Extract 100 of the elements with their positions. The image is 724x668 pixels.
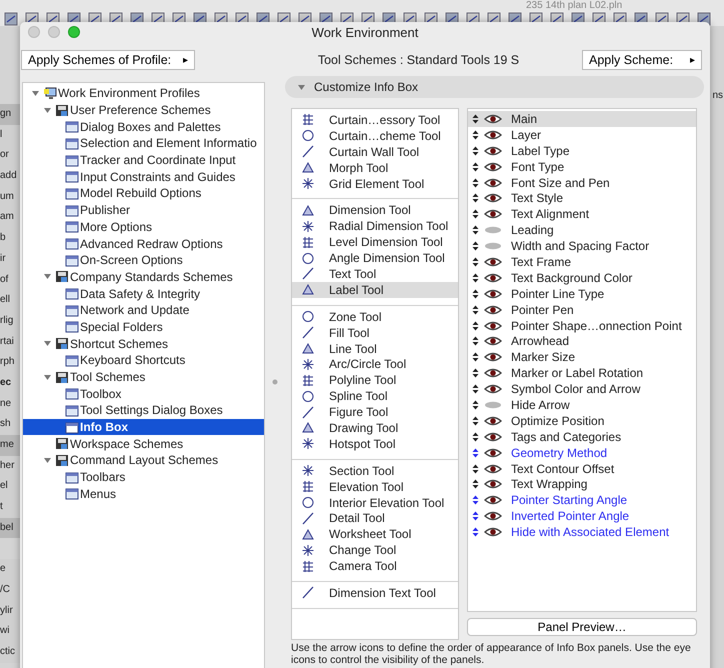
tree-item[interactable]: Work Environment Profiles — [23, 85, 264, 102]
panel-item[interactable]: Marker Size — [468, 349, 696, 366]
tool-item[interactable]: Elevation Tool — [292, 478, 458, 495]
eye-icon[interactable] — [484, 256, 502, 267]
eye-icon[interactable] — [484, 193, 502, 204]
eye-icon[interactable] — [484, 114, 502, 124]
tool-item[interactable]: Camera Tool — [292, 558, 458, 574]
tree-item[interactable]: Shortcut Schemes — [23, 335, 264, 352]
tree-item[interactable]: Workspace Schemes — [23, 435, 264, 452]
eye-icon[interactable] — [484, 527, 502, 538]
eye-icon[interactable] — [484, 432, 502, 442]
collapse-icon[interactable] — [43, 339, 52, 348]
tree-item[interactable]: Toolbars — [23, 468, 264, 486]
reorder-icon[interactable] — [472, 448, 479, 458]
eye-icon[interactable] — [484, 320, 502, 331]
panel-item[interactable]: Geometry Method — [468, 444, 696, 461]
panel-preview-button[interactable]: Panel Preview… — [467, 618, 697, 636]
eye-icon[interactable] — [484, 130, 502, 140]
panel-item[interactable]: Tags and Categories — [468, 428, 696, 445]
reorder-icon[interactable] — [472, 288, 479, 299]
tool-item[interactable]: Hotspot Tool — [292, 436, 458, 452]
panel-item[interactable]: Font Type — [468, 158, 696, 175]
eye-icon[interactable] — [484, 209, 502, 220]
reorder-icon[interactable] — [472, 146, 479, 156]
panel-item[interactable]: Font Size and Pen — [468, 174, 696, 190]
eye-icon[interactable] — [484, 416, 502, 426]
tool-item[interactable]: Polyline Tool — [292, 372, 458, 388]
eye-icon[interactable] — [484, 464, 502, 474]
reorder-icon[interactable] — [472, 400, 479, 410]
tree-item[interactable]: Keyboard Shortcuts — [23, 352, 264, 369]
eye-icon[interactable] — [484, 178, 502, 188]
tree-item[interactable]: Tool Settings Dialog Boxes — [23, 402, 264, 419]
panel-item[interactable]: Text Frame — [468, 254, 696, 270]
tree-item[interactable]: Publisher — [23, 202, 264, 218]
reorder-icon[interactable] — [472, 256, 479, 267]
reorder-icon[interactable] — [472, 384, 479, 394]
reorder-icon[interactable] — [472, 225, 479, 236]
toolbar-icon[interactable] — [4, 12, 18, 26]
reorder-icon[interactable] — [472, 416, 479, 426]
section-header[interactable]: Customize Info Box — [285, 76, 704, 98]
tree-item[interactable]: Info Box — [23, 418, 264, 436]
tree-item[interactable]: Menus — [23, 486, 264, 502]
reorder-icon[interactable] — [472, 114, 479, 124]
tree-item[interactable]: Input Constraints and Guides — [23, 168, 264, 186]
reorder-icon[interactable] — [472, 479, 479, 490]
reorder-icon[interactable] — [472, 432, 479, 442]
reorder-icon[interactable] — [472, 352, 479, 362]
tree-item[interactable]: Toolbox — [23, 385, 264, 402]
collapse-icon[interactable] — [297, 82, 306, 92]
eye-icon[interactable] — [484, 304, 502, 315]
tool-item[interactable]: Line Tool — [292, 340, 458, 356]
profile-button[interactable]: Apply Schemes of Profile: ▸ — [21, 50, 195, 70]
tree-item[interactable]: More Options — [23, 218, 264, 236]
eye-icon[interactable] — [484, 336, 502, 346]
panel-item[interactable]: Text Contour Offset — [468, 460, 696, 476]
panel-item[interactable]: Inverted Pointer Angle — [468, 508, 696, 524]
tool-item[interactable]: Morph Tool — [292, 160, 458, 176]
tree-item[interactable]: Special Folders — [23, 318, 264, 336]
reorder-icon[interactable] — [472, 241, 479, 252]
tree-item[interactable]: Tracker and Coordinate Input — [23, 152, 264, 168]
tool-item[interactable]: Dimension Tool — [292, 202, 458, 218]
tool-item[interactable]: Figure Tool — [292, 404, 458, 420]
panel-item[interactable]: Width and Spacing Factor — [468, 238, 696, 254]
tree-item[interactable]: Tool Schemes — [23, 368, 264, 386]
panel-item[interactable]: Optimize Position — [468, 412, 696, 429]
collapse-icon[interactable] — [43, 372, 52, 382]
reorder-icon[interactable] — [472, 527, 479, 538]
eye-icon[interactable] — [484, 479, 502, 490]
tool-item[interactable]: Level Dimension Tool — [292, 234, 458, 250]
reorder-icon[interactable] — [472, 336, 479, 346]
panel-item[interactable]: Leading — [468, 222, 696, 238]
collapse-icon[interactable] — [31, 88, 40, 98]
panel-item[interactable]: Symbol Color and Arrow — [468, 381, 696, 398]
panel-item[interactable]: Hide Arrow — [468, 397, 696, 413]
panel-item[interactable]: Layer — [468, 126, 696, 143]
tool-item[interactable]: Change Tool — [292, 542, 458, 558]
tool-item[interactable]: Interior Elevation Tool — [292, 494, 458, 510]
tool-item[interactable]: Curtain…essory Tool — [292, 112, 458, 128]
reorder-icon[interactable] — [472, 130, 479, 140]
reorder-icon[interactable] — [472, 162, 479, 172]
panel-item[interactable]: Pointer Line Type — [468, 286, 696, 302]
tool-item[interactable]: Curtain…cheme Tool — [292, 128, 458, 144]
eye-icon[interactable] — [484, 162, 502, 172]
tree-item[interactable]: On-Screen Options — [23, 252, 264, 269]
tool-item[interactable]: Fill Tool — [292, 324, 458, 341]
panel-item[interactable]: Pointer Starting Angle — [468, 492, 696, 508]
tool-item[interactable]: Radial Dimension Tool — [292, 218, 458, 234]
panel-item[interactable]: Main — [468, 111, 696, 127]
tree-item[interactable]: Advanced Redraw Options — [23, 235, 264, 252]
reorder-icon[interactable] — [472, 511, 479, 522]
reorder-icon[interactable] — [472, 304, 479, 315]
reorder-icon[interactable] — [472, 178, 479, 188]
panel-item[interactable]: Text Alignment — [468, 206, 696, 222]
panel-item[interactable]: Text Background Color — [468, 270, 696, 286]
reorder-icon[interactable] — [472, 193, 479, 204]
tool-item[interactable]: Text Tool — [292, 266, 458, 282]
tree-item[interactable]: Network and Update — [23, 302, 264, 319]
tool-item[interactable]: Arc/Circle Tool — [292, 356, 458, 372]
eye-icon[interactable] — [484, 368, 502, 378]
tool-item[interactable]: Grid Element Tool — [292, 176, 458, 192]
